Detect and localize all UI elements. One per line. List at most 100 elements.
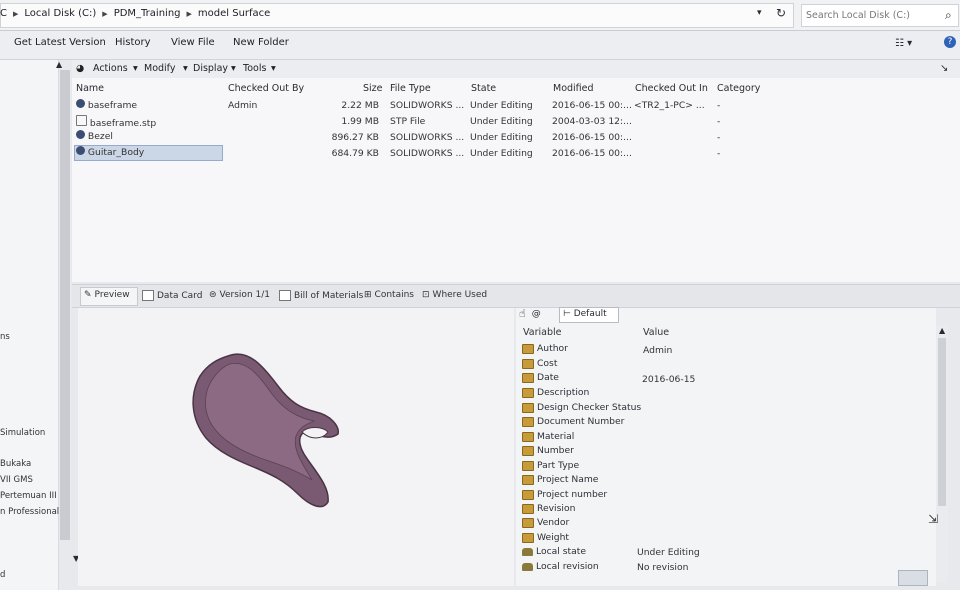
column-header-modified[interactable]: Modified <box>553 83 594 94</box>
nav-item[interactable]: Simulation <box>0 428 45 438</box>
get-latest-version-button[interactable]: Get Latest Version <box>14 37 106 48</box>
scroll-up-icon[interactable]: ▲ <box>939 326 945 335</box>
column-header-checked-out-by[interactable]: Checked Out By <box>228 83 304 94</box>
variable-row[interactable]: Description <box>522 387 589 398</box>
file-modified: 2016-06-15 00:... <box>552 100 632 111</box>
tab-contains[interactable]: ⊞ Contains <box>364 290 414 300</box>
preview-pane <box>78 308 514 586</box>
history-button[interactable]: History <box>115 37 151 48</box>
table-row[interactable]: Bezel <box>76 130 113 142</box>
variable-row[interactable]: Local state <box>522 546 586 557</box>
file-size: 2.22 MB <box>341 100 379 111</box>
lock-icon <box>522 547 533 556</box>
breadcrumb-separator-icon: ▶ <box>102 9 108 18</box>
variable-row[interactable]: Number <box>522 445 574 456</box>
variable-icon <box>522 343 534 354</box>
card-toolbar: ☝ @ <box>519 307 541 320</box>
variable-row[interactable]: Project Name <box>522 474 598 485</box>
file-type: STP File <box>390 116 426 127</box>
refresh-icon[interactable]: ↻ <box>776 6 786 20</box>
tab-label: Contains <box>374 290 414 300</box>
variable-row[interactable]: Author <box>522 343 568 354</box>
hand-icon[interactable]: ☝ <box>519 307 526 320</box>
variable-row[interactable]: Part Type <box>522 460 579 471</box>
file-modified: 2016-06-15 00:... <box>552 148 632 159</box>
nav-scrollbar[interactable] <box>60 70 70 540</box>
actions-menu[interactable]: Actions <box>93 63 128 74</box>
table-row[interactable]: baseframe.stp <box>76 115 156 129</box>
nav-item[interactable]: d <box>0 570 5 580</box>
breadcrumb-item-local-disk[interactable]: Local Disk (C:) <box>24 8 96 19</box>
nav-item[interactable]: VII GMS <box>0 475 33 485</box>
nav-item[interactable]: Bukaka <box>0 459 31 469</box>
display-menu[interactable]: Display <box>193 63 228 74</box>
column-header-name[interactable]: Name <box>76 83 104 94</box>
tools-menu[interactable]: Tools <box>243 63 266 74</box>
dock-icon[interactable]: ↘ <box>940 63 948 74</box>
file-size: 684.79 KB <box>331 148 379 159</box>
variable-row[interactable]: Vendor <box>522 517 569 528</box>
breadcrumb-item-root[interactable]: C <box>0 8 7 19</box>
column-header-state[interactable]: State <box>471 83 496 94</box>
file-state: Under Editing <box>470 132 533 143</box>
file-size: 1.99 MB <box>341 116 379 127</box>
table-row[interactable]: Guitar_Body <box>76 146 144 158</box>
variable-name: Date <box>537 372 559 383</box>
file-modified: 2016-06-15 00:... <box>552 132 632 143</box>
variable-row[interactable]: Local revision <box>522 561 599 572</box>
variable-row[interactable]: Weight <box>522 532 569 543</box>
breadcrumb-item-model-surface[interactable]: model Surface <box>198 8 270 19</box>
variable-row[interactable]: Material <box>522 431 574 442</box>
variable-row[interactable]: Revision <box>522 503 575 514</box>
variable-icon <box>522 402 534 413</box>
variable-icon <box>522 358 534 369</box>
card-scroll-thumb[interactable] <box>938 338 946 506</box>
variable-row[interactable]: Cost <box>522 358 557 369</box>
dropdown-icon: ▾ <box>183 63 188 74</box>
variable-row[interactable]: Document Number <box>522 416 624 427</box>
column-header-category[interactable]: Category <box>717 83 760 94</box>
variable-name: Material <box>537 431 575 442</box>
table-row[interactable]: baseframe <box>76 99 137 111</box>
nav-item[interactable]: Pertemuan III <box>0 491 57 501</box>
search-icon[interactable]: ⌕ <box>945 8 952 23</box>
variable-name: Part Type <box>537 460 580 471</box>
tab-version[interactable]: ⊜ Version 1/1 <box>209 290 270 300</box>
tab-preview[interactable]: ✎ Preview <box>84 290 130 300</box>
variable-icon <box>522 372 534 383</box>
variable-value: Under Editing <box>637 547 700 558</box>
tab-bill-of-materials[interactable]: Bill of Materials <box>279 290 363 301</box>
variable-row[interactable]: Design Checker Status <box>522 402 641 413</box>
view-options-icon[interactable]: ☷ ▾ <box>895 38 912 49</box>
tab-data-card[interactable]: Data Card <box>142 290 202 301</box>
tab-where-used[interactable]: ⊡ Where Used <box>422 290 487 300</box>
chevron-down-icon[interactable]: ▾ <box>757 8 762 18</box>
variable-name: Project Name <box>537 474 599 485</box>
where-used-icon: ⊡ <box>422 290 430 300</box>
tab-label: Bill of Materials <box>294 290 364 301</box>
variable-row[interactable]: Date <box>522 372 559 383</box>
column-header-file-type[interactable]: File Type <box>390 83 431 94</box>
nav-item[interactable]: n Professional II <box>0 507 67 517</box>
variable-icon <box>522 532 534 543</box>
column-header-checked-out-in[interactable]: Checked Out In <box>635 83 708 94</box>
variable-icon <box>522 503 534 514</box>
column-header-size[interactable]: Size <box>363 83 383 94</box>
preview-icon: ✎ <box>84 290 92 300</box>
breadcrumb-item-pdm-training[interactable]: PDM_Training <box>114 8 181 19</box>
view-toggle-icon[interactable] <box>898 570 928 586</box>
scroll-up-icon[interactable]: ▲ <box>56 60 62 69</box>
new-folder-button[interactable]: New Folder <box>233 37 289 48</box>
nav-item[interactable]: ns <box>0 332 10 342</box>
variable-name: Vendor <box>537 517 570 528</box>
at-icon[interactable]: @ <box>532 309 541 319</box>
variable-row[interactable]: Project number <box>522 489 607 500</box>
modify-menu[interactable]: Modify <box>144 63 175 74</box>
file-name: Bezel <box>87 131 113 142</box>
solidworks-part-icon <box>76 130 85 139</box>
view-file-button[interactable]: View File <box>171 37 215 48</box>
help-icon[interactable]: ? <box>944 36 956 48</box>
variable-name: Design Checker Status <box>537 402 642 413</box>
version-icon: ⊜ <box>209 290 217 300</box>
variable-name: Cost <box>537 358 558 369</box>
